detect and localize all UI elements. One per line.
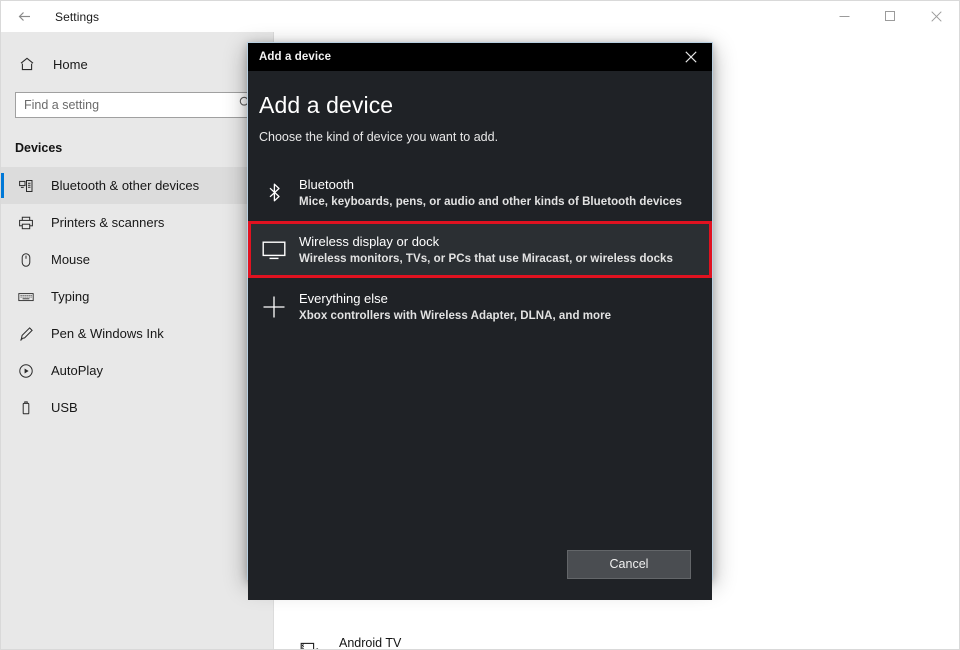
sidebar: Home Find a setting Devices <box>1 32 274 649</box>
option-title: Everything else <box>299 290 611 308</box>
option-title: Wireless display or dock <box>299 233 673 251</box>
sidebar-item-label: Pen & Windows Ink <box>51 326 164 341</box>
sidebar-item-label: Bluetooth & other devices <box>51 178 199 193</box>
search-container: Find a setting <box>15 92 259 118</box>
device-type-options: Bluetooth Mice, keyboards, pens, or audi… <box>248 164 712 335</box>
window-titlebar: Settings <box>1 1 959 32</box>
screen: Settings <box>0 0 960 650</box>
printer-icon <box>15 215 37 231</box>
close-icon[interactable] <box>913 1 959 32</box>
cancel-button[interactable]: Cancel <box>567 550 691 579</box>
maximize-icon[interactable] <box>867 1 913 32</box>
window-title: Settings <box>55 10 99 24</box>
sidebar-item-label: AutoPlay <box>51 363 103 378</box>
dialog-titlebar: Add a device <box>248 43 712 71</box>
sidebar-item-home[interactable]: Home <box>1 44 273 84</box>
option-everything-else[interactable]: Everything else Xbox controllers with Wi… <box>248 278 712 335</box>
option-texts: Everything else Xbox controllers with Wi… <box>299 290 611 324</box>
sidebar-item-autoplay[interactable]: AutoPlay <box>1 352 273 389</box>
search-input[interactable]: Find a setting <box>15 92 259 118</box>
home-icon <box>15 56 39 72</box>
bluetooth-devices-icon <box>15 178 37 194</box>
usb-icon <box>15 400 37 416</box>
option-bluetooth[interactable]: Bluetooth Mice, keyboards, pens, or audi… <box>248 164 712 221</box>
dialog-footer: Cancel <box>248 528 712 600</box>
keyboard-icon <box>15 289 37 305</box>
option-description: Wireless monitors, TVs, or PCs that use … <box>299 251 673 267</box>
back-arrow-icon[interactable] <box>1 1 47 32</box>
sidebar-section-title: Devices <box>15 141 273 155</box>
sidebar-item-bluetooth-other-devices[interactable]: Bluetooth & other devices <box>1 167 273 204</box>
dialog-subheading: Choose the kind of device you want to ad… <box>259 130 712 144</box>
option-description: Mice, keyboards, pens, or audio and othe… <box>299 194 682 210</box>
pen-icon <box>15 326 37 342</box>
dialog-heading: Add a device <box>259 92 712 119</box>
dialog-body: Add a device Choose the kind of device y… <box>248 92 712 600</box>
media-device-icon <box>297 641 327 649</box>
sidebar-nav-list: Bluetooth & other devices Printers & sca… <box>1 167 273 426</box>
dialog-titlebar-title: Add a device <box>259 51 331 63</box>
list-item[interactable]: Android TV Not connected <box>275 628 959 649</box>
device-name: Android TV <box>339 635 420 649</box>
sidebar-item-mouse[interactable]: Mouse <box>1 241 273 278</box>
monitor-icon <box>259 240 289 260</box>
list-item-texts: Android TV Not connected <box>339 635 420 649</box>
sidebar-item-label: Printers & scanners <box>51 215 164 230</box>
plus-icon <box>259 295 289 319</box>
autoplay-icon <box>15 363 37 379</box>
option-description: Xbox controllers with Wireless Adapter, … <box>299 308 611 324</box>
add-device-dialog: Add a device Add a device Choose the kin… <box>247 42 713 580</box>
search-placeholder: Find a setting <box>24 98 99 112</box>
sidebar-item-label: USB <box>51 400 78 415</box>
option-title: Bluetooth <box>299 176 682 194</box>
option-texts: Wireless display or dock Wireless monito… <box>299 233 673 267</box>
option-wireless-display-or-dock[interactable]: Wireless display or dock Wireless monito… <box>248 221 712 278</box>
sidebar-home-label: Home <box>53 57 88 72</box>
sidebar-item-pen-windows-ink[interactable]: Pen & Windows Ink <box>1 315 273 352</box>
sidebar-item-printers-scanners[interactable]: Printers & scanners <box>1 204 273 241</box>
dialog-close-icon[interactable] <box>670 43 712 71</box>
sidebar-item-label: Mouse <box>51 252 90 267</box>
mouse-icon <box>15 252 37 268</box>
bluetooth-icon <box>259 182 289 203</box>
minimize-icon[interactable] <box>821 1 867 32</box>
option-texts: Bluetooth Mice, keyboards, pens, or audi… <box>299 176 682 210</box>
sidebar-item-typing[interactable]: Typing <box>1 278 273 315</box>
window-controls <box>821 1 959 32</box>
sidebar-item-label: Typing <box>51 289 89 304</box>
sidebar-item-usb[interactable]: USB <box>1 389 273 426</box>
